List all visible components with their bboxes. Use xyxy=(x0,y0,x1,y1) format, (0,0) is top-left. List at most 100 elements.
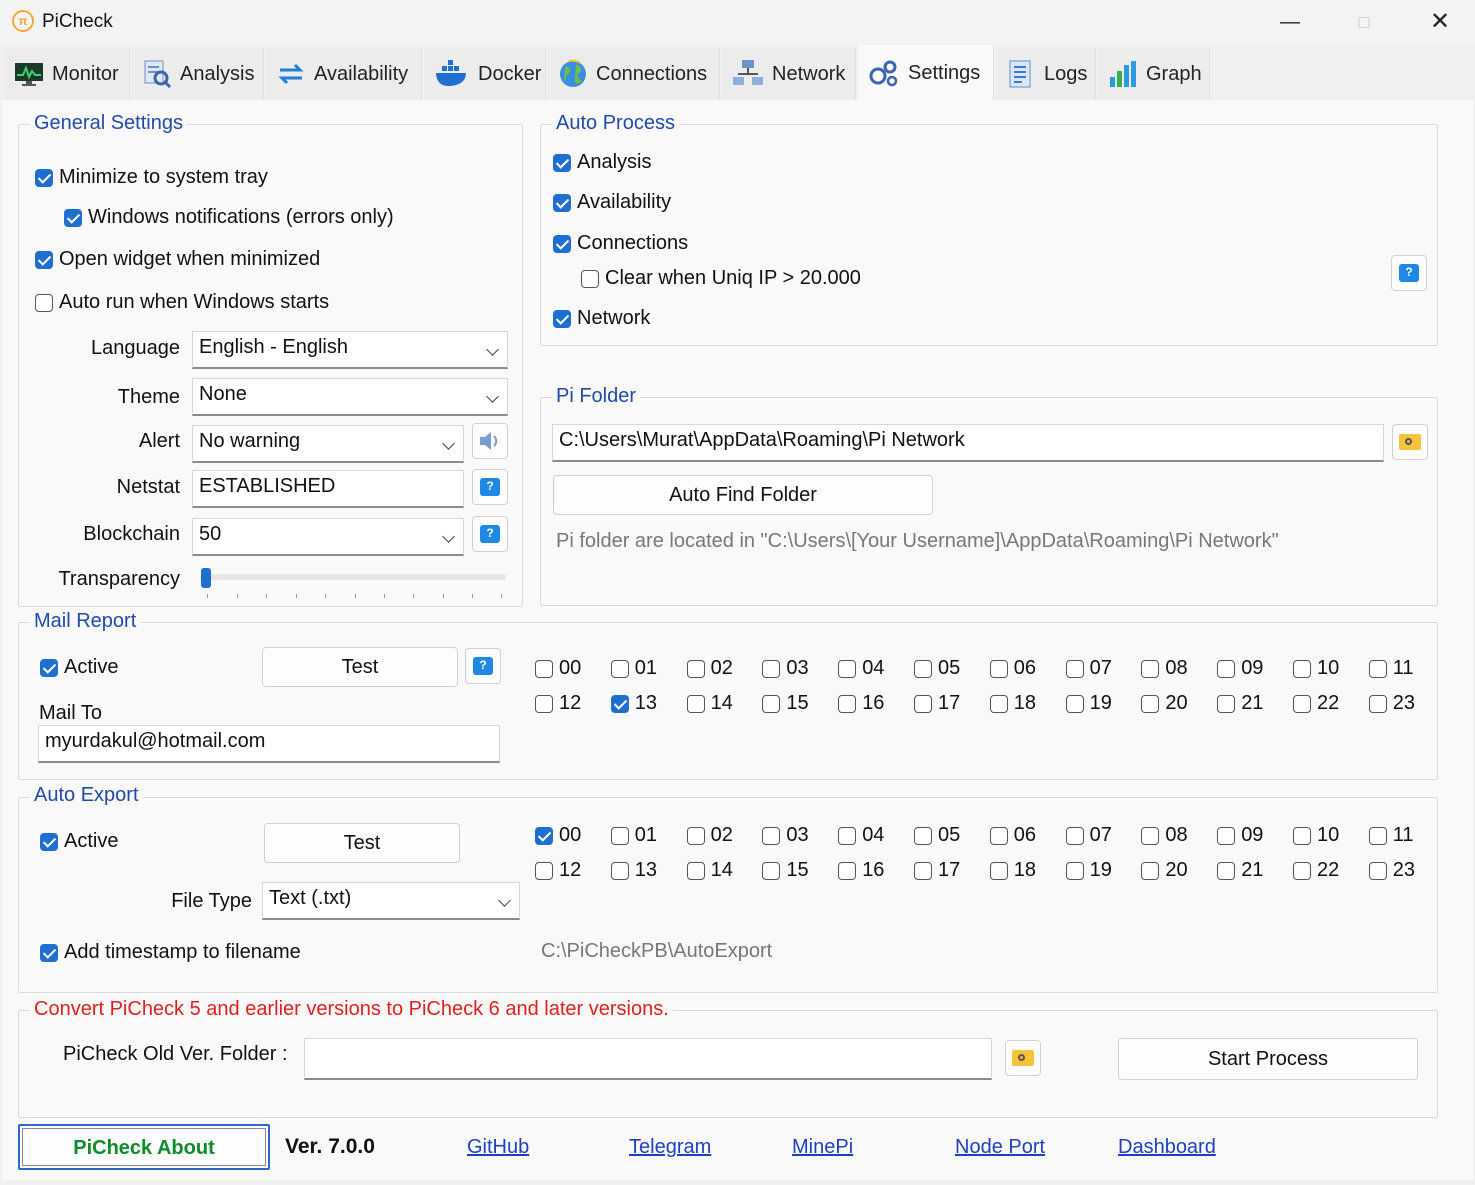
mail-hour-checkbox[interactable]: 20 xyxy=(1141,692,1188,715)
export-hour-checkbox[interactable]: 06 xyxy=(989,824,1036,847)
checkbox-box[interactable] xyxy=(535,861,553,880)
dashboard-link[interactable]: Dashboard xyxy=(1118,1136,1216,1159)
transparency-slider-thumb[interactable] xyxy=(201,568,211,588)
export-hour-checkbox[interactable]: 14 xyxy=(686,859,733,882)
mail-hour-checkbox[interactable]: 13 xyxy=(610,692,657,715)
tab-connections[interactable]: Connections xyxy=(548,48,720,100)
picheck-about-button[interactable]: PiCheck About xyxy=(18,1124,270,1170)
mail-hour-checkbox[interactable]: 16 xyxy=(838,692,884,715)
export-hour-checkbox[interactable]: 08 xyxy=(1141,824,1188,847)
node-port-link[interactable]: Node Port xyxy=(955,1136,1045,1159)
checkbox-box[interactable] xyxy=(762,694,781,713)
tab-docker[interactable]: Docker xyxy=(424,48,546,100)
checkbox-box[interactable] xyxy=(686,694,705,713)
transparency-slider[interactable] xyxy=(200,574,506,580)
checkbox-box[interactable] xyxy=(1217,659,1236,678)
mail-hour-checkbox[interactable]: 19 xyxy=(1065,692,1112,715)
mail-hour-checkbox[interactable]: 17 xyxy=(914,692,960,715)
mail-hour-checkbox[interactable]: 23 xyxy=(1368,692,1415,715)
checkbox-box[interactable] xyxy=(40,832,58,851)
blockchain-help-button[interactable]: ? xyxy=(472,516,508,552)
pi-folder-browse-button[interactable] xyxy=(1392,424,1428,460)
export-hour-checkbox[interactable]: 21 xyxy=(1217,859,1263,882)
checkbox-box[interactable] xyxy=(1217,826,1236,845)
mail-hour-checkbox[interactable]: 08 xyxy=(1141,657,1188,680)
tab-settings[interactable]: Settings xyxy=(858,45,994,101)
checkbox-box[interactable] xyxy=(581,269,599,288)
theme-select[interactable]: None xyxy=(192,378,508,416)
process-connections-checkbox[interactable]: Connections xyxy=(553,232,688,255)
netstat-help-button[interactable]: ? xyxy=(472,469,508,505)
checkbox-box[interactable] xyxy=(989,826,1008,845)
pi-folder-path-input[interactable]: C:\Users\Murat\AppData\Roaming\Pi Networ… xyxy=(552,424,1384,462)
checkbox-box[interactable] xyxy=(1293,659,1311,678)
maximize-button[interactable]: □ xyxy=(1344,8,1384,36)
telegram-link[interactable]: Telegram xyxy=(629,1136,711,1159)
export-hour-checkbox[interactable]: 16 xyxy=(838,859,884,882)
export-hour-checkbox[interactable]: 04 xyxy=(838,824,884,847)
mail-hour-checkbox[interactable]: 06 xyxy=(989,657,1036,680)
file-type-select[interactable]: Text (.txt) xyxy=(262,882,520,920)
process-analysis-checkbox[interactable]: Analysis xyxy=(553,151,651,174)
checkbox-box[interactable] xyxy=(1368,694,1387,713)
checkbox-box[interactable] xyxy=(553,309,571,328)
export-hour-checkbox[interactable]: 07 xyxy=(1065,824,1112,847)
auto-run-checkbox[interactable]: Auto run when Windows starts xyxy=(35,291,329,314)
checkbox-box[interactable] xyxy=(838,694,857,713)
mail-hour-checkbox[interactable]: 12 xyxy=(535,692,581,715)
checkbox-box[interactable] xyxy=(762,861,781,880)
checkbox-box[interactable] xyxy=(610,694,629,713)
export-hour-checkbox[interactable]: 05 xyxy=(914,824,960,847)
minimize-button[interactable]: — xyxy=(1270,8,1310,36)
export-hour-checkbox[interactable]: 00 xyxy=(535,824,581,847)
export-hour-checkbox[interactable]: 22 xyxy=(1293,859,1339,882)
mail-hour-checkbox[interactable]: 09 xyxy=(1217,657,1263,680)
mail-active-checkbox[interactable]: Active xyxy=(40,656,118,679)
checkbox-box[interactable] xyxy=(686,659,705,678)
mail-hour-checkbox[interactable]: 14 xyxy=(686,692,733,715)
mail-hour-checkbox[interactable]: 04 xyxy=(838,657,884,680)
checkbox-box[interactable] xyxy=(686,861,705,880)
export-test-button[interactable]: Test xyxy=(264,823,460,863)
mail-hour-checkbox[interactable]: 21 xyxy=(1217,692,1263,715)
mail-hour-checkbox[interactable]: 03 xyxy=(762,657,809,680)
language-select[interactable]: English - English xyxy=(192,331,508,369)
export-hour-checkbox[interactable]: 01 xyxy=(610,824,657,847)
clear-uniq-ip-checkbox[interactable]: Clear when Uniq IP > 20.000 xyxy=(581,267,861,290)
mail-hour-checkbox[interactable]: 10 xyxy=(1293,657,1339,680)
mail-hour-checkbox[interactable]: 00 xyxy=(535,657,581,680)
mail-hour-checkbox[interactable]: 11 xyxy=(1368,657,1414,680)
old-folder-browse-button[interactable] xyxy=(1005,1040,1041,1076)
checkbox-box[interactable] xyxy=(1368,659,1387,678)
checkbox-box[interactable] xyxy=(1141,659,1160,678)
tab-analysis[interactable]: Analysis xyxy=(132,48,264,100)
old-folder-input[interactable] xyxy=(304,1038,992,1080)
checkbox-box[interactable] xyxy=(1141,861,1160,880)
checkbox-box[interactable] xyxy=(610,861,629,880)
checkbox-box[interactable] xyxy=(1065,861,1084,880)
export-hour-checkbox[interactable]: 03 xyxy=(762,824,809,847)
checkbox-box[interactable] xyxy=(1217,694,1236,713)
checkbox-box[interactable] xyxy=(989,659,1008,678)
add-timestamp-checkbox[interactable]: Add timestamp to filename xyxy=(40,941,301,964)
mail-hour-checkbox[interactable]: 07 xyxy=(1065,657,1112,680)
checkbox-box[interactable] xyxy=(535,659,553,678)
mail-hour-checkbox[interactable]: 02 xyxy=(686,657,733,680)
export-hour-checkbox[interactable]: 19 xyxy=(1065,859,1112,882)
open-widget-checkbox[interactable]: Open widget when minimized xyxy=(35,248,320,271)
mail-hour-checkbox[interactable]: 01 xyxy=(610,657,657,680)
mail-help-button[interactable]: ? xyxy=(465,648,501,684)
checkbox-box[interactable] xyxy=(1368,826,1387,845)
minepi-link[interactable]: MinePi xyxy=(792,1136,853,1159)
minimize-tray-checkbox[interactable]: Minimize to system tray xyxy=(35,166,268,189)
export-hour-checkbox[interactable]: 20 xyxy=(1141,859,1188,882)
export-hour-checkbox[interactable]: 18 xyxy=(989,859,1036,882)
export-hour-checkbox[interactable]: 02 xyxy=(686,824,733,847)
checkbox-box[interactable] xyxy=(553,193,571,212)
mail-hour-checkbox[interactable]: 05 xyxy=(914,657,960,680)
checkbox-box[interactable] xyxy=(838,826,857,845)
export-hour-checkbox[interactable]: 11 xyxy=(1368,824,1414,847)
checkbox-box[interactable] xyxy=(686,826,705,845)
checkbox-box[interactable] xyxy=(1293,861,1311,880)
checkbox-box[interactable] xyxy=(989,861,1008,880)
